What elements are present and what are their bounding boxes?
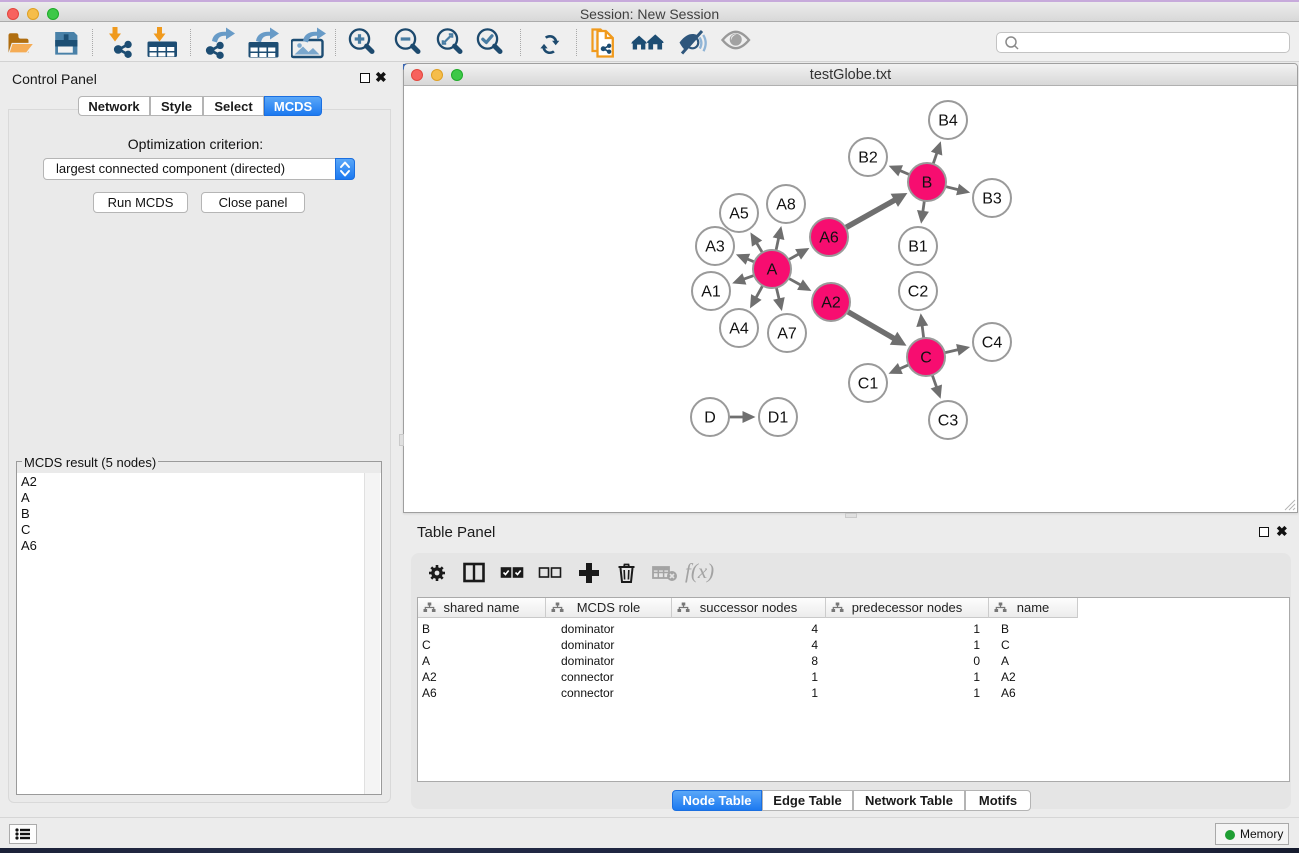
svg-text:C2: C2 — [908, 284, 929, 301]
svg-text:B3: B3 — [982, 191, 1002, 208]
svg-text:B4: B4 — [938, 113, 958, 130]
svg-text:B2: B2 — [858, 150, 878, 167]
svg-text:B1: B1 — [908, 239, 928, 256]
svg-text:C3: C3 — [938, 413, 959, 430]
svg-text:C: C — [920, 350, 932, 367]
svg-text:C4: C4 — [982, 335, 1003, 352]
svg-text:A: A — [767, 262, 778, 279]
svg-text:D: D — [704, 410, 716, 427]
svg-text:D1: D1 — [768, 410, 789, 427]
svg-text:A4: A4 — [729, 321, 749, 338]
svg-text:A5: A5 — [729, 206, 749, 223]
svg-text:A2: A2 — [821, 295, 841, 312]
svg-text:B: B — [922, 175, 933, 192]
svg-text:A7: A7 — [777, 326, 797, 343]
svg-text:A6: A6 — [819, 230, 839, 247]
svg-text:A3: A3 — [705, 239, 725, 256]
svg-text:A1: A1 — [701, 284, 721, 301]
svg-text:A8: A8 — [776, 197, 796, 214]
svg-text:C1: C1 — [858, 376, 879, 393]
